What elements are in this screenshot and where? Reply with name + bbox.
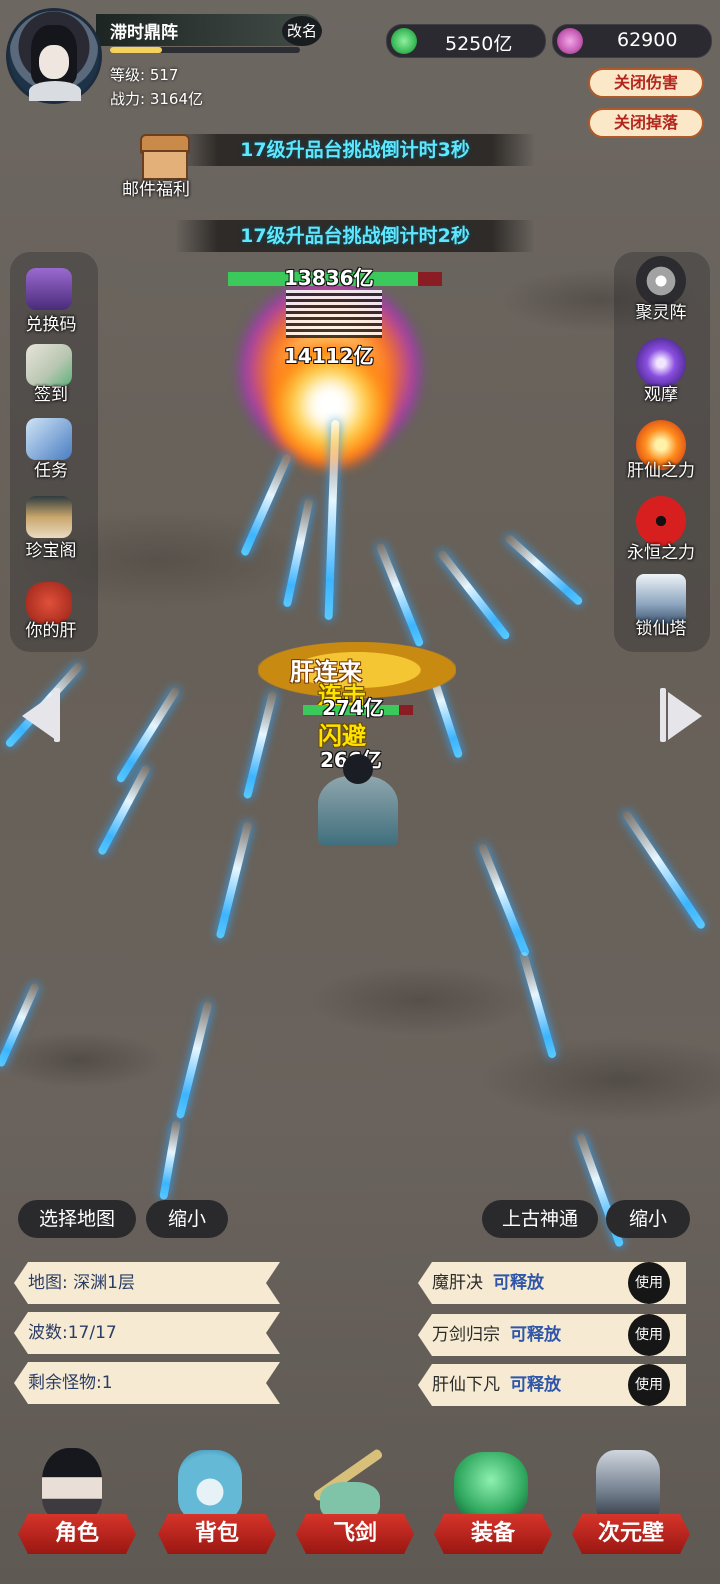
ancient-power-button[interactable]: 上古神通 <box>482 1200 598 1238</box>
previous-map-arrow-icon[interactable] <box>22 692 56 740</box>
right-menu-eternal-power[interactable]: 永恒之力 <box>616 538 706 563</box>
currency-gem-value: 5250亿 <box>445 33 513 55</box>
left-menu-treasure-pavilion[interactable]: 珍宝阁 <box>6 536 96 561</box>
player-level: 等级: 517 <box>110 66 179 84</box>
green-gem-icon <box>391 28 417 54</box>
skill-use-button[interactable]: 使用 <box>628 1314 670 1356</box>
nav-dimension-wall[interactable]: 次元壁 <box>572 1514 690 1554</box>
skill-name: 万剑归宗 <box>432 1325 500 1345</box>
task-scroll-icon[interactable] <box>26 418 72 460</box>
toggle-drop-button[interactable]: 关闭掉落 <box>588 108 704 138</box>
next-map-arrow-icon[interactable] <box>668 692 702 740</box>
stage-map-info: 地图: 深渊1层 <box>14 1262 280 1304</box>
boss-damage-number-bottom: 14112亿 <box>284 344 374 368</box>
skill-status: 可释放 <box>510 1325 561 1345</box>
pink-orb-icon <box>557 28 583 54</box>
countdown-banner-2: 17级升品台挑战倒计时2秒 <box>175 220 535 252</box>
skill-use-button[interactable]: 使用 <box>628 1262 670 1304</box>
shrink-right-button[interactable]: 缩小 <box>606 1200 690 1238</box>
boss-damage-number-top: 13836亿 <box>284 266 374 290</box>
player-name: 滞时鼎阵 <box>110 23 178 43</box>
skill-name: 肝仙下凡 <box>432 1375 500 1395</box>
mail-chest-icon[interactable] <box>138 134 190 180</box>
left-menu-tasks[interactable]: 任务 <box>6 456 96 481</box>
countdown-banner-1: 17级升品台挑战倒计时3秒 <box>175 134 535 166</box>
stage-wave-info: 波数:17/17 <box>14 1312 280 1354</box>
nav-flying-sword[interactable]: 飞剑 <box>296 1514 414 1554</box>
right-menu-spirit-array[interactable]: 聚灵阵 <box>616 298 706 323</box>
stacked-damage-numbers <box>286 290 382 338</box>
left-menu-redeem[interactable]: 兑换码 <box>6 310 96 335</box>
experience-bar-fill <box>110 47 162 53</box>
shrink-left-button[interactable]: 缩小 <box>146 1200 228 1238</box>
currency-orb[interactable]: 62900 <box>552 24 712 58</box>
right-menu-lock-immortal-tower[interactable]: 锁仙塔 <box>616 614 706 639</box>
skill-use-button[interactable]: 使用 <box>628 1364 670 1406</box>
skill-name: 魔肝决 <box>432 1273 483 1293</box>
left-menu-signin[interactable]: 签到 <box>6 380 96 405</box>
nav-character[interactable]: 角色 <box>18 1514 136 1554</box>
left-menu-your-liver[interactable]: 你的肝 <box>6 616 96 641</box>
skill-status: 可释放 <box>493 1273 544 1293</box>
nav-equipment[interactable]: 装备 <box>434 1514 552 1554</box>
player-power: 战力: 3164亿 <box>110 90 203 108</box>
treasure-chest-icon[interactable] <box>26 268 72 310</box>
mail-welfare-label[interactable]: 邮件福利 <box>122 175 190 200</box>
select-map-button[interactable]: 选择地图 <box>18 1200 136 1238</box>
currency-gem[interactable]: 5250亿 <box>386 24 546 58</box>
player-avatar[interactable] <box>6 8 102 104</box>
currency-orb-value: 62900 <box>617 29 678 51</box>
next-map-bar <box>660 688 666 742</box>
hero-character <box>298 748 418 848</box>
skill-status: 可释放 <box>510 1375 561 1395</box>
avatar-face <box>39 45 69 79</box>
previous-map-bar <box>54 688 60 742</box>
toggle-damage-button[interactable]: 关闭伤害 <box>588 68 704 98</box>
rename-button[interactable]: 改名 <box>282 16 322 46</box>
stage-remaining-info: 剩余怪物:1 <box>14 1362 280 1404</box>
avatar-robe <box>29 81 81 101</box>
pavilion-icon[interactable] <box>26 496 72 538</box>
right-menu-observe[interactable]: 观摩 <box>616 380 706 405</box>
right-menu-liver-immortal-power[interactable]: 肝仙之力 <box>616 456 706 481</box>
nav-bag[interactable]: 背包 <box>158 1514 276 1554</box>
